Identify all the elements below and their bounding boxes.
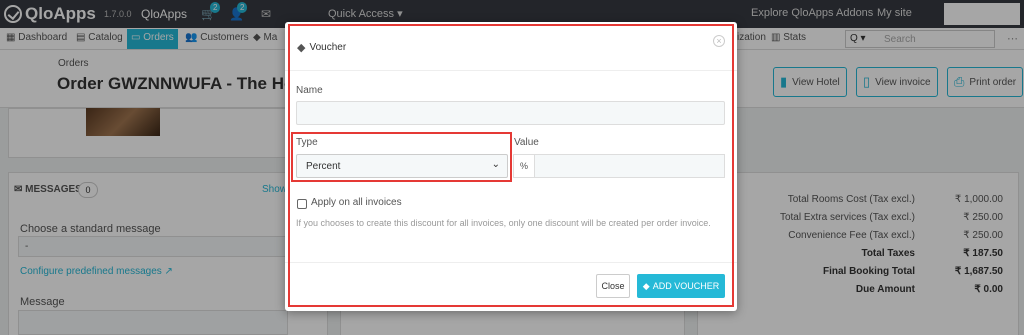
tag-icon: ◆ (642, 280, 650, 291)
close-icon[interactable]: × (713, 35, 725, 47)
modal-title: ◆ Voucher (297, 41, 346, 54)
percent-addon: % (513, 154, 535, 178)
add-voucher-button[interactable]: ◆ ADD VOUCHER (637, 274, 725, 298)
modal-footer (285, 262, 737, 263)
apply-all-invoices-label[interactable]: Apply on all invoices (311, 197, 402, 208)
apply-all-invoices-checkbox[interactable] (297, 199, 307, 209)
voucher-modal: ◆ Voucher × Name Type Percent ⌄ Value % … (285, 22, 737, 311)
add-voucher-label: ADD VOUCHER (652, 281, 720, 291)
close-button[interactable]: Close (596, 274, 630, 298)
help-text: If you chooses to create this discount f… (296, 218, 711, 228)
tag-icon: ◆ (297, 42, 306, 54)
modal-header: ◆ Voucher × (285, 22, 737, 71)
value-input[interactable] (534, 154, 725, 178)
value-label: Value (514, 137, 539, 148)
modal-title-text: Voucher (309, 42, 347, 53)
name-input[interactable] (296, 101, 725, 125)
name-label: Name (296, 85, 323, 96)
type-highlight-box (291, 132, 512, 182)
